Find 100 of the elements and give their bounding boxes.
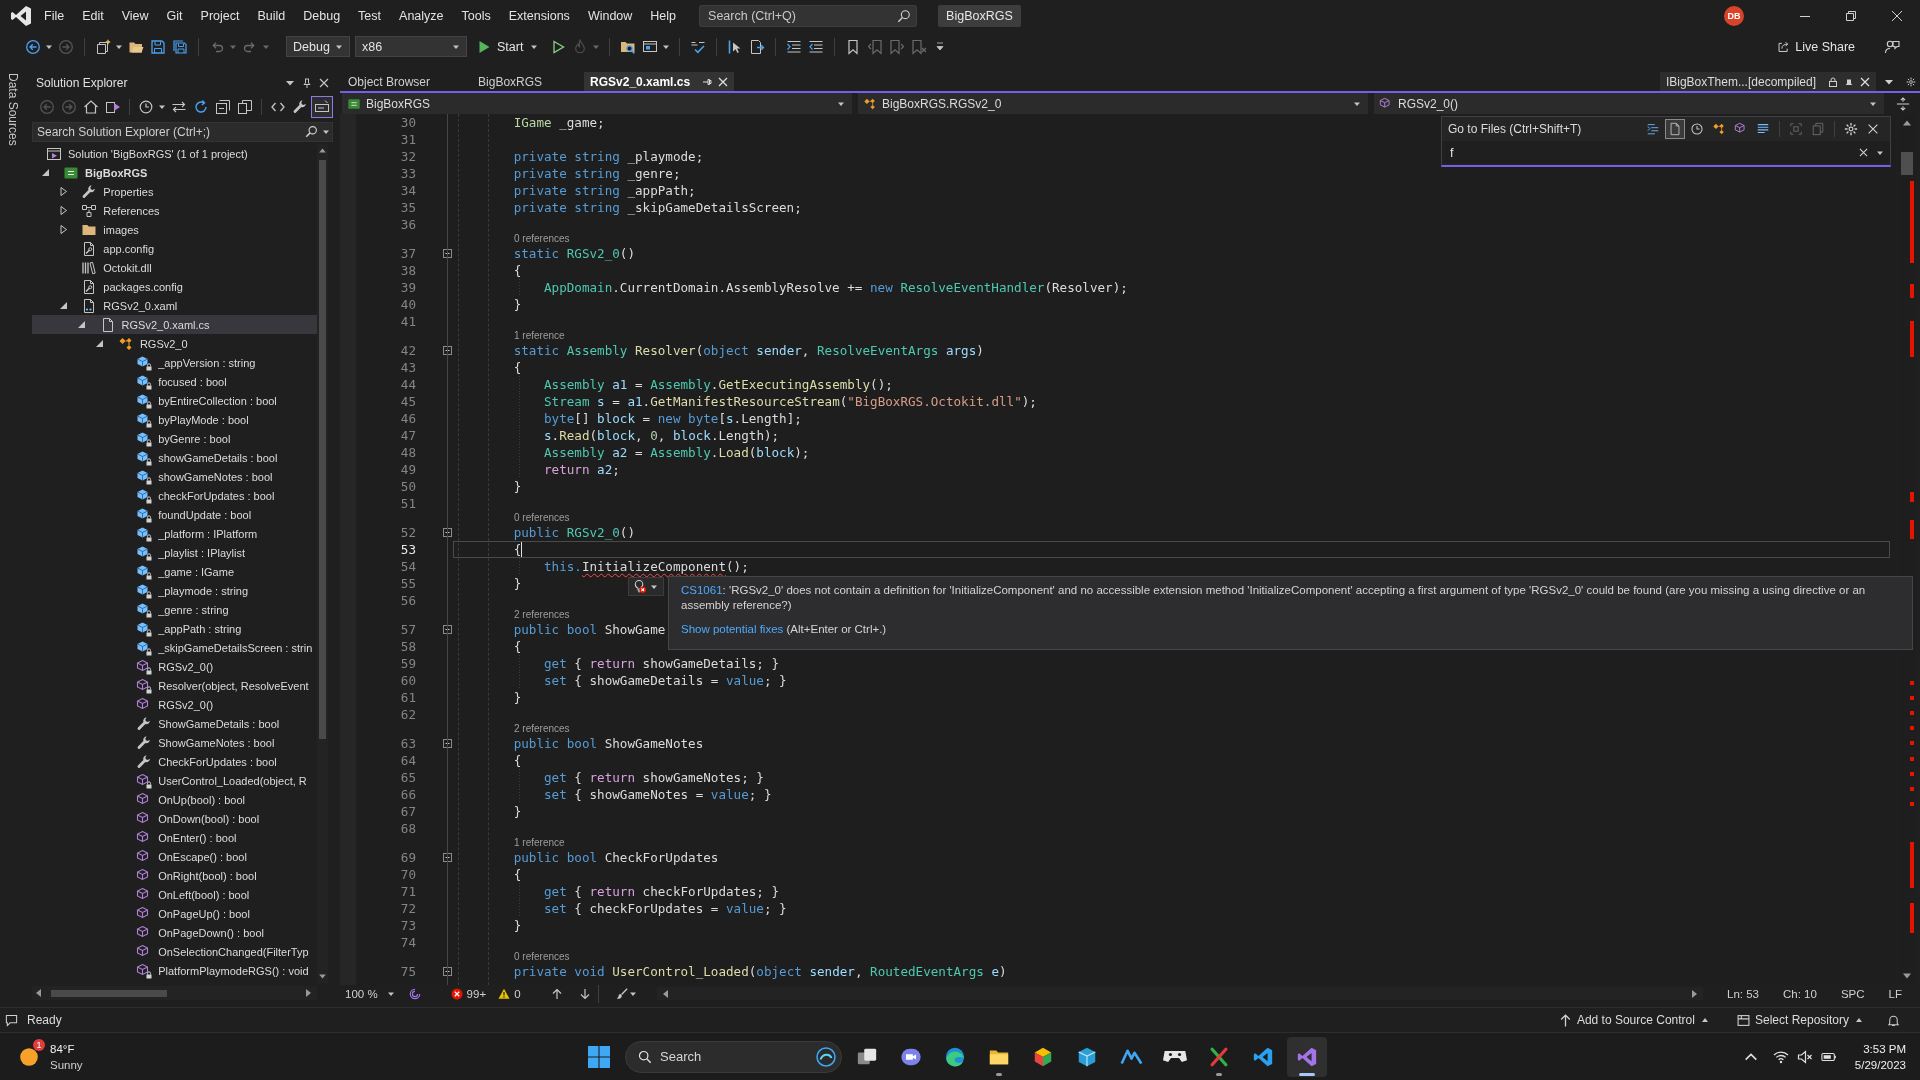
error-count[interactable]: 99+ (450, 987, 487, 1000)
tree-item[interactable]: ShowGameDetails : bool (32, 714, 317, 733)
pin-icon[interactable] (702, 76, 713, 87)
menu-item[interactable]: Analyze (390, 5, 453, 27)
menu-item[interactable]: Build (248, 5, 295, 27)
tree-item[interactable]: _playlist : IPlaylist (32, 543, 317, 562)
tree-item[interactable]: _playmode : string (32, 581, 317, 600)
indent-lines-icon[interactable] (786, 38, 803, 55)
tree-item[interactable]: _genre : string (32, 600, 317, 619)
fold-toggle-icon[interactable] (443, 739, 452, 748)
scroll-left-icon[interactable] (36, 989, 42, 997)
indentation-mode[interactable]: SPC (1840, 987, 1865, 1000)
tree-item[interactable]: CheckForUpdates : bool (32, 752, 317, 771)
search-field[interactable]: Search Solution Explorer (Ctrl+;) (32, 122, 333, 142)
arc-badge-icon[interactable] (816, 1046, 836, 1067)
tree-item[interactable]: RGSv2_0() (32, 695, 317, 714)
configuration-dropdown[interactable]: Debug (286, 36, 350, 57)
scroll-down-icon[interactable] (319, 974, 326, 979)
preview-tab[interactable]: IBigBoxThem...[decompiled] (1659, 72, 1876, 91)
horizontal-scrollbar[interactable] (32, 986, 317, 1000)
tree-item[interactable]: _game : IGame (32, 562, 317, 581)
add-to-source-control-button[interactable]: Add to Source Control (1554, 1010, 1715, 1030)
caret-down-icon[interactable] (158, 103, 166, 111)
reference-count-link[interactable]: 1 reference (514, 837, 565, 849)
error-code-link[interactable]: CS1061 (681, 584, 723, 596)
live-share-button[interactable]: Live Share (1774, 35, 1858, 58)
tree-item[interactable]: Resolver(object, ResolveEvent (32, 676, 317, 695)
menu-item[interactable]: Edit (73, 5, 113, 27)
fold-toggle-icon[interactable] (443, 528, 452, 537)
tree-item[interactable]: images (32, 220, 317, 239)
expand-arrow-icon[interactable] (77, 320, 87, 329)
start-button[interactable]: Start (475, 35, 544, 58)
go-to-search-field[interactable]: f (1442, 141, 1890, 164)
reference-count-link[interactable]: 0 references (514, 951, 570, 963)
expand-arrow-icon[interactable] (95, 339, 105, 348)
menu-item[interactable]: Extensions (499, 5, 579, 27)
tree-item[interactable]: byEntireCollection : bool (32, 391, 317, 410)
tree-item[interactable]: foundUpdate : bool (32, 505, 317, 524)
tree-item[interactable]: showGameNotes : bool (32, 467, 317, 486)
search-icon[interactable] (305, 125, 318, 138)
tree-item[interactable]: _appVersion : string (32, 353, 317, 372)
arrow-down-icon[interactable] (578, 987, 591, 1000)
fold-toggle-icon[interactable] (443, 967, 452, 976)
tree-item[interactable]: OnSelectionChanged(FilterTyp (32, 942, 317, 961)
cursor-column[interactable]: Ch: 10 (1783, 987, 1817, 1000)
new-item-icon[interactable] (95, 38, 111, 55)
tree-item[interactable]: _appPath : string (32, 619, 317, 638)
weather-widget[interactable]: 1 84°F Sunny (14, 1038, 89, 1075)
brush-icon[interactable] (615, 987, 628, 1000)
menu-item[interactable]: View (112, 5, 158, 27)
editor-tab[interactable]: Object Browser (342, 72, 471, 91)
tree-item[interactable]: _skipGameDetailsScreen : strin (32, 638, 317, 657)
clock-date[interactable]: 5/29/2023 (1854, 1056, 1906, 1073)
navigation-dropdown[interactable]: RGSv2_0() (1374, 93, 1884, 114)
app-logo-icon[interactable] (11, 6, 31, 26)
clear-icon[interactable] (1859, 148, 1868, 157)
editor-tab[interactable]: RGSv2_0.xaml.cs (584, 72, 735, 91)
split-window-icon[interactable] (1896, 96, 1910, 111)
reference-count-link[interactable]: 0 references (514, 512, 570, 524)
expand-arrow-icon[interactable] (40, 168, 50, 177)
tree-item[interactable]: OnPageDown() : bool (32, 923, 317, 942)
warning-count[interactable]: 0 (498, 987, 521, 1000)
reference-count-link[interactable]: 1 reference (514, 330, 565, 342)
save-icon[interactable] (150, 38, 166, 55)
tree-item[interactable]: OnDown(bool) : bool (32, 809, 317, 828)
horizontal-scrollbar[interactable] (656, 987, 1704, 1000)
expand-arrow-icon[interactable] (58, 187, 68, 196)
tree-item[interactable]: OnUp(bool) : bool (32, 790, 317, 809)
tree-item[interactable]: UserControl_Loaded(object, R (32, 771, 317, 790)
restore-icon[interactable] (1846, 11, 1856, 21)
menu-item[interactable]: Debug (294, 5, 350, 27)
overflow-caret-icon[interactable] (936, 41, 945, 52)
settings-icon[interactable] (1906, 76, 1916, 87)
comment-bubble-icon[interactable] (5, 1013, 18, 1027)
navigation-dropdown[interactable]: BigBoxRGS.RGSv2_0 (858, 93, 1368, 114)
tree-item[interactable]: _platform : IPlatform (32, 524, 317, 543)
feedback-icon[interactable] (1884, 38, 1900, 55)
tree-item[interactable]: Solution 'BigBoxRGS' (1 of 1 project) (32, 144, 317, 163)
cursor-bar-icon[interactable] (727, 38, 744, 55)
caret-down-icon[interactable] (285, 78, 295, 88)
tree-item[interactable]: byPlayMode : bool (32, 410, 317, 429)
close-icon[interactable] (1860, 76, 1870, 87)
tree-item[interactable]: showGameDetails : bool (32, 448, 317, 467)
tree-item[interactable]: focused : bool (32, 372, 317, 391)
menu-item[interactable]: Help (641, 5, 686, 27)
scroll-left-icon[interactable] (662, 989, 669, 998)
close-icon[interactable] (718, 76, 729, 87)
tree-item[interactable]: RGSv2_0.xaml (32, 296, 317, 315)
tree-item[interactable]: RGSv2_0.xaml.cs (32, 315, 317, 334)
search-icon[interactable] (897, 9, 912, 23)
fold-toggle-icon[interactable] (443, 625, 452, 634)
taskbar-search-field[interactable]: Search (625, 1040, 842, 1073)
fold-toggle-icon[interactable] (443, 346, 452, 355)
window-icon[interactable] (642, 38, 659, 55)
caret-down-icon[interactable] (1876, 149, 1884, 157)
expand-arrow-icon[interactable] (58, 301, 68, 310)
page-arrow-icon[interactable] (749, 38, 766, 55)
outdent-lines-icon[interactable] (808, 38, 825, 55)
tree-item[interactable]: OnLeft(bool) : bool (32, 885, 317, 904)
close-icon[interactable] (1892, 11, 1902, 21)
